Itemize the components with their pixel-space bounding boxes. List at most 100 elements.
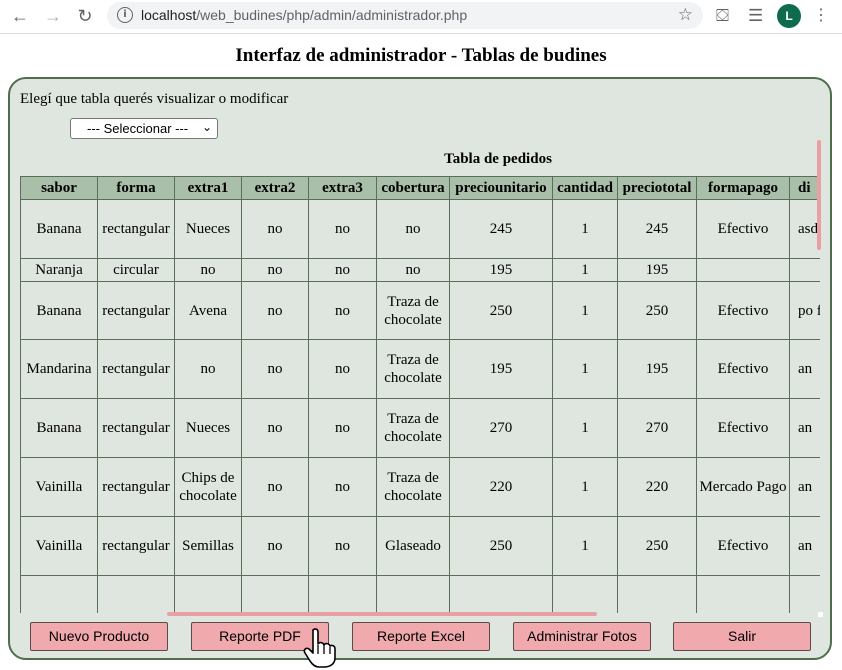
salir-button[interactable]: Salir <box>673 622 811 651</box>
table-cell: rectangular <box>97 339 175 399</box>
nuevo-producto-button[interactable]: Nuevo Producto <box>30 622 168 651</box>
table-cell: Naranja <box>20 258 98 282</box>
col-header-preciototal: preciototal <box>617 176 697 200</box>
table-cell: no <box>241 398 309 458</box>
table-cell: Traza de chocolate <box>376 457 450 517</box>
url-text: localhost/web_budines/php/admin/administ… <box>141 7 467 23</box>
table-cell: 1 <box>552 457 618 517</box>
table-cell <box>789 258 820 282</box>
hand-cursor-icon <box>303 628 336 668</box>
table-cell: an <box>789 575 820 613</box>
table-cell: 270 <box>617 398 697 458</box>
horizontal-scrollbar[interactable] <box>167 612 597 616</box>
col-header-extra2: extra2 <box>241 176 309 200</box>
media-icon[interactable]: ☰ <box>748 6 763 26</box>
table-cell: no <box>308 575 377 613</box>
table-cell: 195 <box>617 258 697 282</box>
table-row: PaltacircularnononoBaño de2651265Mercado… <box>20 575 820 613</box>
table-cell: no <box>376 258 450 282</box>
table-row: Naranja circular no no no no 195 1 195 <box>20 258 820 282</box>
table-cell: Efectivo <box>696 398 790 458</box>
table-cell: Banana <box>20 199 98 259</box>
table-cell: Mandarina <box>20 339 98 399</box>
table-row: Banana rectangular Nueces no no no 245 1 245 Efec… <box>20 199 820 259</box>
col-header-cantidad: cantidad <box>552 176 618 200</box>
table-cell: an <box>789 516 820 576</box>
table-row: Mandarina rectangular no no no Traza de choco… <box>20 339 820 399</box>
col-header-sabor: sabor <box>20 176 98 200</box>
administrar-fotos-button[interactable]: Administrar Fotos <box>513 622 651 651</box>
table-cell: Semillas <box>174 516 242 576</box>
table-cell: 220 <box>449 457 553 517</box>
table-cell: Efectivo <box>696 516 790 576</box>
table-cell: Efectivo <box>696 339 790 399</box>
table-cell: no <box>241 281 309 340</box>
table-cell: circular <box>97 575 175 613</box>
table-cell: 1 <box>552 398 618 458</box>
table-cell: Avena <box>174 281 242 340</box>
avatar[interactable]: L <box>777 4 801 28</box>
col-header-extra3: extra3 <box>308 176 377 200</box>
table-cell: 1 <box>552 199 618 259</box>
table-cell: 245 <box>449 199 553 259</box>
table-cell: no <box>241 258 309 282</box>
table-caption: Tabla de pedidos <box>444 151 552 167</box>
url-path: /web_budines/php/admin/administrador.php <box>196 7 468 23</box>
page-title: Interfaz de administrador - Tablas de bu… <box>235 45 607 66</box>
table-cell: Banana <box>20 398 98 458</box>
reload-icon[interactable]: ↻ <box>73 5 97 27</box>
table-cell: rectangular <box>97 398 175 458</box>
url-host: localhost <box>141 7 197 23</box>
table-row: Vainilla rectangular Semillas no no Glaseado 2… <box>20 516 820 576</box>
table-cell: 195 <box>449 258 553 282</box>
table-cell: 1 <box>552 281 618 340</box>
col-header-formapago: formapago <box>696 176 790 200</box>
col-header-extra1: extra1 <box>174 176 242 200</box>
table-cell: no <box>308 457 377 517</box>
address-bar[interactable]: i localhost/web_budines/php/admin/admini… <box>107 2 703 29</box>
table-cell: Banana <box>20 281 98 340</box>
table-cell: Efectivo <box>696 281 790 340</box>
table-cell: rectangular <box>97 281 175 340</box>
table-cell: 250 <box>449 281 553 340</box>
table-cell: no <box>241 199 309 259</box>
table-cell: no <box>308 516 377 576</box>
table-cell: Nueces <box>174 199 242 259</box>
table-cell: 250 <box>449 516 553 576</box>
table-cell: no <box>241 516 309 576</box>
table-cell: no <box>308 398 377 458</box>
scroll-corner <box>818 612 823 617</box>
admin-panel: Elegí que tabla querés visualizar o modi… <box>8 77 832 660</box>
table-cell: Glaseado <box>376 516 450 576</box>
reporte-excel-button[interactable]: Reporte Excel <box>352 622 490 651</box>
table-cell: asd <box>789 199 820 259</box>
choose-table-label: Elegí que tabla querés visualizar o modi… <box>20 91 289 107</box>
table-cell: no <box>174 575 242 613</box>
vertical-scrollbar[interactable] <box>817 140 821 250</box>
table-cell: no <box>241 575 309 613</box>
table-cell: 270 <box>449 398 553 458</box>
table-cell: 195 <box>617 339 697 399</box>
table-cell: no <box>376 199 450 259</box>
table-header-row: sabor forma extra1 extra2 extra3 cobertu… <box>20 176 820 200</box>
table-cell: Nueces <box>174 398 242 458</box>
table-cell: rectangular <box>97 457 175 517</box>
extensions-icon[interactable]: ⛋ <box>716 6 729 26</box>
forward-icon[interactable]: → <box>41 5 65 27</box>
table-cell: no <box>174 339 242 399</box>
star-icon[interactable]: ☆ <box>678 5 693 25</box>
orders-table: sabor forma extra1 extra2 extra3 cobertu… <box>20 176 820 613</box>
table-cell: 265 <box>449 575 553 613</box>
info-icon[interactable]: i <box>117 7 133 23</box>
table-cell: 1 <box>552 339 618 399</box>
table-select[interactable]: --- Seleccionar --- ⌄ <box>70 118 218 139</box>
orders-table-viewport[interactable]: sabor forma extra1 extra2 extra3 cobertu… <box>20 176 820 613</box>
menu-icon[interactable]: ⋮ <box>813 5 829 25</box>
table-cell: 265 <box>617 575 697 613</box>
table-cell: 250 <box>617 281 697 340</box>
table-cell: Mercado <box>696 575 790 613</box>
back-icon[interactable]: ← <box>8 5 32 27</box>
table-cell: Efectivo <box>696 199 790 259</box>
table-cell: rectangular <box>97 199 175 259</box>
col-header-direccion: di <box>789 176 820 200</box>
